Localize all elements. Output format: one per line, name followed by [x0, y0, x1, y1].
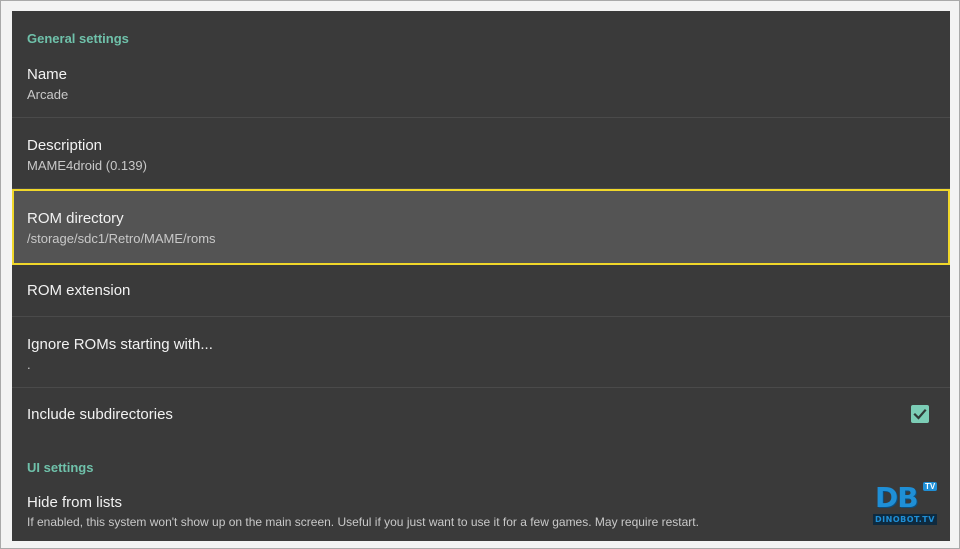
setting-name-value: Arcade: [27, 87, 69, 102]
setting-ignore-roms-title: Ignore ROMs starting with...: [27, 336, 213, 353]
setting-ignore-roms-value: .: [27, 357, 31, 372]
setting-name[interactable]: Name Arcade: [12, 55, 950, 117]
setting-hide-from-lists[interactable]: Hide from lists If enabled, this system …: [12, 483, 950, 541]
setting-ignore-roms[interactable]: Ignore ROMs starting with... .: [12, 317, 950, 387]
setting-description[interactable]: Description MAME4droid (0.139): [12, 118, 950, 188]
checkmark-icon: [913, 408, 927, 420]
setting-rom-extension-title: ROM extension: [27, 282, 131, 299]
include-subdirectories-checkbox[interactable]: [911, 405, 929, 423]
setting-include-subdirectories[interactable]: Include subdirectories: [12, 388, 950, 438]
watermark-logo-text: DB: [875, 481, 919, 514]
watermark-logo: DB TV DINOBOT.TV: [873, 481, 947, 533]
setting-description-value: MAME4droid (0.139): [27, 158, 147, 173]
setting-rom-directory[interactable]: ROM directory /storage/sdc1/Retro/MAME/r…: [12, 189, 950, 265]
setting-include-subdirectories-title: Include subdirectories: [27, 406, 173, 423]
setting-rom-directory-value: /storage/sdc1/Retro/MAME/roms: [27, 231, 216, 246]
setting-name-title: Name: [27, 66, 68, 83]
window-frame: General settings Name Arcade Description…: [0, 0, 960, 549]
setting-rom-extension[interactable]: ROM extension: [12, 266, 950, 316]
watermark-site: DINOBOT.TV: [873, 514, 937, 525]
watermark-badge: TV: [923, 482, 938, 491]
setting-rom-directory-title: ROM directory: [27, 210, 124, 227]
section-header-general: General settings: [27, 31, 129, 46]
setting-description-title: Description: [27, 137, 103, 154]
settings-panel: General settings Name Arcade Description…: [12, 11, 950, 541]
setting-hide-from-lists-title: Hide from lists: [27, 494, 123, 511]
section-header-ui: UI settings: [27, 460, 94, 475]
setting-hide-from-lists-description: If enabled, this system won't show up on…: [27, 515, 699, 529]
